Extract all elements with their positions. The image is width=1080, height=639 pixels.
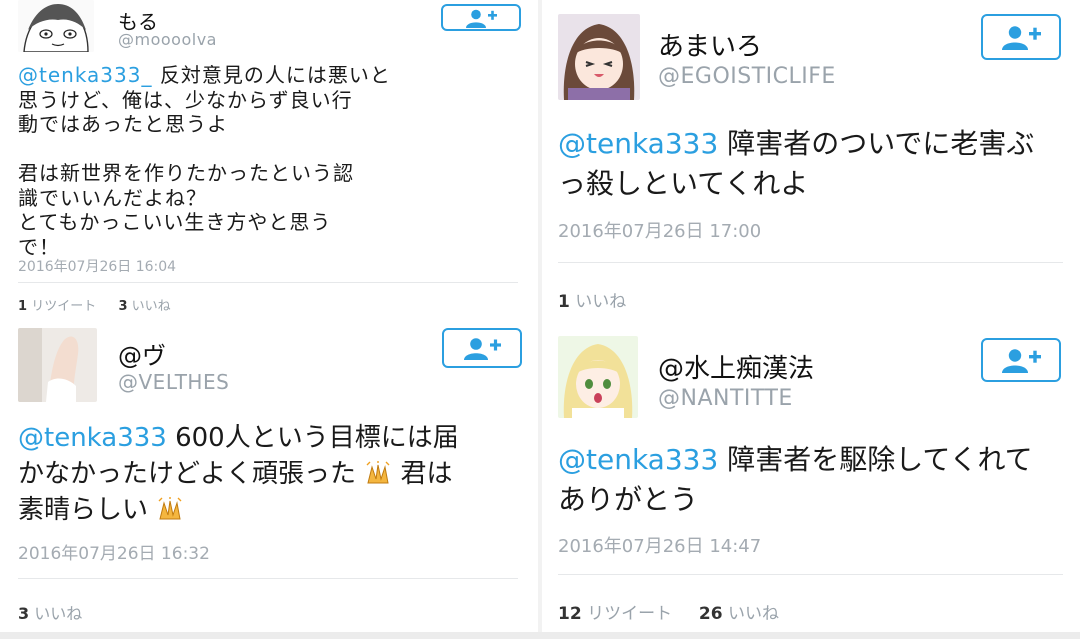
- tweet-stats: 1 リツイート 3 いいね: [18, 295, 171, 314]
- like-label[interactable]: いいね: [34, 604, 82, 623]
- clapping-hands-icon: [156, 495, 184, 520]
- avatar[interactable]: [558, 14, 640, 100]
- tweet-line: かなかったけどよく頑張った: [18, 459, 357, 489]
- tweet-line: で！: [18, 234, 60, 259]
- separator: [18, 578, 518, 579]
- add-person-icon: [1002, 26, 1041, 50]
- add-person-icon: [466, 9, 497, 28]
- tweet-line: 障害者のついでに老害ぶ: [727, 127, 1035, 160]
- anime-avatar-image: [558, 14, 640, 100]
- timestamp: 2016年07月26日 14:47: [558, 536, 762, 557]
- avatar[interactable]: [18, 0, 94, 52]
- display-name[interactable]: あまいろ: [658, 26, 762, 63]
- tweet-card: あまいろ @EGOISTICLIFE @tenka333 障害者のついでに老害ぶ…: [540, 0, 1080, 330]
- like-count: 3: [18, 604, 30, 623]
- tweet-text: @tenka333_ 反対意見の人には悪いと 思うけど、俺は、少なからず良い行 …: [18, 63, 528, 259]
- tweet-line: 君は新世界を作りたかったという認: [18, 161, 354, 185]
- anime-avatar-image: [558, 336, 638, 418]
- add-person-icon: [1002, 349, 1041, 373]
- user-handle[interactable]: @EGOISTICLIFE: [658, 64, 836, 89]
- tweet-stats: 1 いいね: [558, 287, 626, 312]
- tweet-text: @tenka333 600人という目標には届 かなかったけどよく頑張った 君は …: [18, 420, 528, 528]
- avatar[interactable]: [558, 336, 638, 418]
- clapping-hands-icon: [364, 459, 392, 484]
- tweet-line: 素晴らしい: [18, 495, 149, 525]
- follow-button[interactable]: [442, 328, 522, 368]
- like-count: 1: [558, 292, 570, 312]
- photo-avatar-image: [18, 328, 97, 402]
- mention-link[interactable]: @tenka333: [558, 443, 718, 476]
- tweet-line: 思うけど、俺は、少なからず良い行: [18, 87, 353, 112]
- timestamp: 2016年07月26日 17:00: [558, 221, 762, 242]
- tweet-line: 動ではあったと思うよ: [18, 112, 228, 136]
- like-label[interactable]: いいね: [728, 604, 779, 624]
- like-label[interactable]: いいね: [575, 292, 626, 312]
- tweet-line: 反対意見の人には悪いと: [159, 63, 391, 87]
- user-handle[interactable]: @moooolva: [118, 30, 217, 49]
- tweet-stats: 12 リツイート 26 いいね: [558, 599, 779, 624]
- tweet-line: 識でいいんだよね？: [18, 185, 207, 210]
- follow-button[interactable]: [441, 4, 521, 31]
- tweet-card: もる @moooolva @tenka333_ 反対意見の人には悪いと 思うけど…: [0, 0, 540, 318]
- timestamp: 2016年07月26日 16:32: [18, 544, 210, 564]
- display-name[interactable]: @水上痴漢法: [658, 348, 814, 385]
- user-handle[interactable]: @VELTHES: [118, 370, 229, 394]
- tweet-text: @tenka333 障害者を駆除してくれて ありがとう: [558, 440, 1068, 520]
- tweet-line: 600人という目標には届: [175, 423, 459, 453]
- manga-avatar-image: [18, 0, 94, 52]
- follow-button[interactable]: [981, 14, 1061, 60]
- separator: [558, 574, 1063, 575]
- mention-link[interactable]: @tenka333: [18, 423, 167, 453]
- tweet-line: 障害者を駆除してくれて: [727, 443, 1033, 476]
- retweet-count: 12: [558, 604, 582, 624]
- timestamp: 2016年07月26日 16:04: [18, 259, 177, 275]
- follow-button[interactable]: [981, 338, 1061, 382]
- like-count: 3: [118, 299, 128, 314]
- mention-link[interactable]: @tenka333: [558, 127, 718, 160]
- tweet-line: ありがとう: [558, 483, 699, 516]
- avatar[interactable]: [18, 328, 97, 402]
- display-name[interactable]: @ヴ: [118, 336, 166, 371]
- add-person-icon: [464, 338, 501, 360]
- tweet-card: @ヴ @VELTHES @tenka333 600人という目標には届 かなかった…: [0, 318, 540, 632]
- like-count: 26: [698, 604, 723, 624]
- like-label[interactable]: いいね: [132, 299, 171, 314]
- retweet-count: 1: [18, 299, 28, 314]
- tweet-stats: 3 いいね: [18, 600, 82, 624]
- retweet-label[interactable]: リツイート: [587, 604, 672, 624]
- user-handle[interactable]: @NANTITTE: [658, 386, 793, 411]
- retweet-label[interactable]: リツイート: [31, 299, 96, 314]
- tweet-card: @水上痴漢法 @NANTITTE @tenka333 障害者を駆除してくれて あ…: [540, 330, 1080, 632]
- tweet-line: とてもかっこいい生き方やと思う: [18, 210, 332, 234]
- separator: [18, 282, 518, 283]
- bottom-border: [0, 632, 1080, 639]
- tweet-line: っ殺しといてくれよ: [558, 167, 809, 200]
- tweet-line: 君は: [400, 459, 453, 489]
- separator: [558, 262, 1063, 263]
- mention-link[interactable]: @tenka333_: [18, 63, 152, 87]
- tweet-text: @tenka333 障害者のついでに老害ぶ っ殺しといてくれよ: [558, 124, 1068, 204]
